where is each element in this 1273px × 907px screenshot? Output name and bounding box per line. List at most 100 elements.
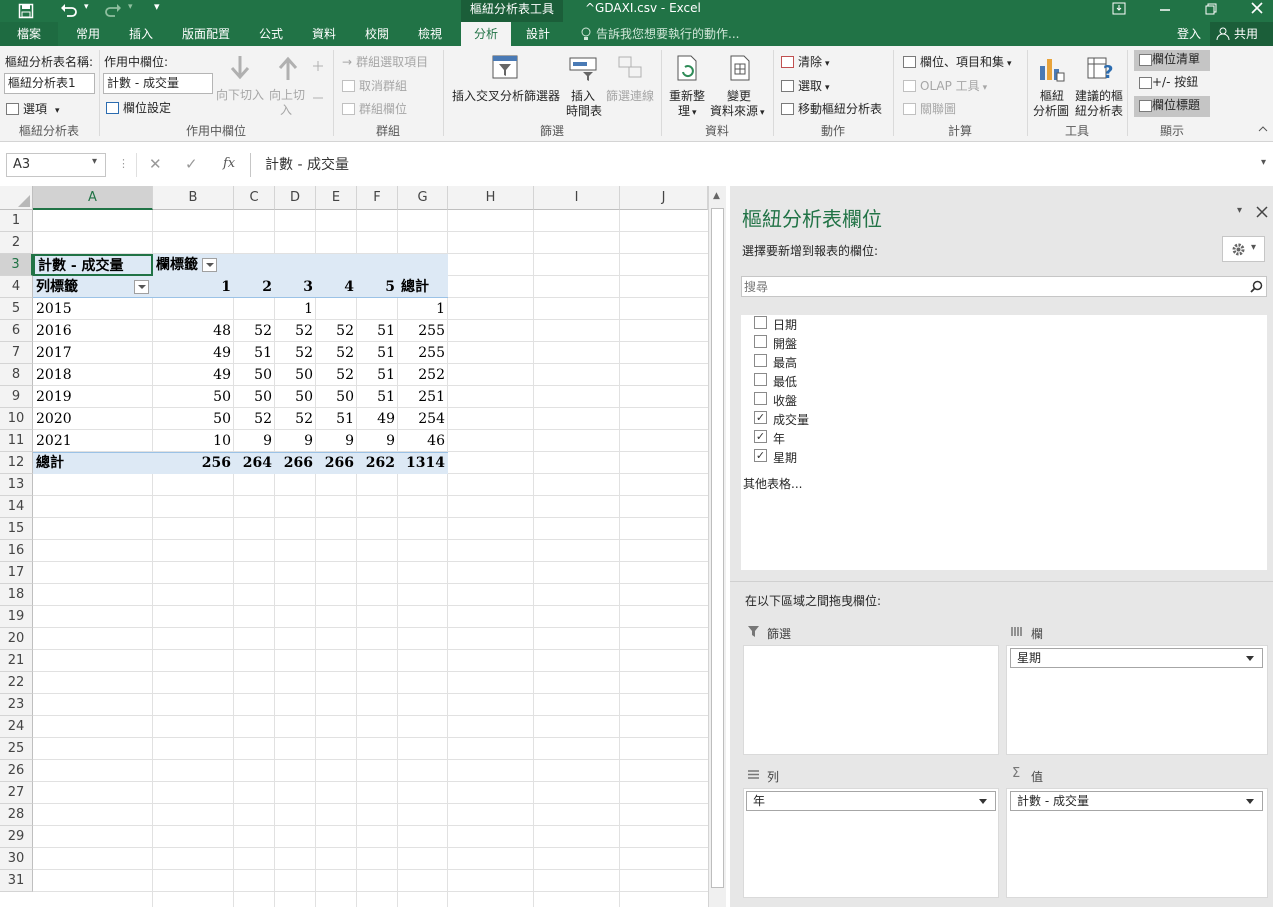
relationships-button[interactable]: 關聯圖 xyxy=(903,100,956,117)
collapse-ribbon-icon[interactable] xyxy=(1258,124,1268,134)
pivot-name-input[interactable]: 樞紐分析表1 xyxy=(4,73,95,94)
field-label[interactable]: 年 xyxy=(773,430,785,447)
pivot-value-cell[interactable]: 9 xyxy=(357,430,398,452)
pivot-value-cell[interactable]: 10 xyxy=(153,430,234,452)
row-header-30[interactable]: 30 xyxy=(0,848,33,870)
row-header-28[interactable]: 28 xyxy=(0,804,33,826)
pivot-value-cell[interactable] xyxy=(153,298,234,320)
pivot-value-cell[interactable]: 52 xyxy=(316,342,357,364)
pivot-row-label[interactable]: 2017 xyxy=(33,342,153,364)
row-header-24[interactable]: 24 xyxy=(0,716,33,738)
row-header-17[interactable]: 17 xyxy=(0,562,33,584)
field-headers-toggle[interactable]: 欄位標題 xyxy=(1134,96,1210,117)
tell-me-search[interactable]: 告訴我您想要執行的動作... xyxy=(596,22,739,46)
pivot-row-label[interactable]: 2019 xyxy=(33,386,153,408)
tab-home[interactable]: 常用 xyxy=(62,22,114,46)
column-header-g[interactable]: G xyxy=(398,186,448,210)
row-header-19[interactable]: 19 xyxy=(0,606,33,628)
row-header-20[interactable]: 20 xyxy=(0,628,33,650)
pivot-value-cell[interactable]: 51 xyxy=(234,342,275,364)
field-checkbox[interactable]: ✓ xyxy=(754,430,767,443)
pane-options-dropdown-icon[interactable]: ▾ xyxy=(1237,205,1242,216)
scrollbar-thumb[interactable] xyxy=(711,208,724,888)
pivot-value-caption[interactable]: 計數 - 成交量 xyxy=(33,254,153,276)
tab-review[interactable]: 校閱 xyxy=(352,22,402,46)
pivot-value-cell[interactable] xyxy=(234,298,275,320)
tab-page-layout[interactable]: 版面配置 xyxy=(170,22,242,46)
pivot-value-cell[interactable]: 50 xyxy=(153,386,234,408)
pivot-row-label[interactable]: 2020 xyxy=(33,408,153,430)
row-header-7[interactable]: 7 xyxy=(0,342,33,364)
pivot-grand-total-cell[interactable]: 256 xyxy=(153,452,234,474)
more-tables-link[interactable]: 其他表格... xyxy=(743,475,802,492)
column-header-a[interactable]: A xyxy=(33,186,153,210)
pivot-value-cell[interactable]: 52 xyxy=(316,320,357,342)
columns-area[interactable]: 星期 xyxy=(1006,645,1268,755)
pivot-grand-total-label[interactable]: 總計 xyxy=(33,452,153,474)
change-source-button-line2[interactable]: 資料來源 ▾ xyxy=(710,102,765,119)
rows-field-year[interactable]: 年 xyxy=(746,791,996,811)
fields-items-sets-button[interactable]: 欄位、項目和集 ▾ xyxy=(903,53,1012,70)
pivot-value-cell[interactable]: 254 xyxy=(398,408,448,430)
collapse-field-icon[interactable] xyxy=(311,91,325,105)
worksheet-grid[interactable]: ABCDEFGHIJ 1 2 3 4 5 6 7 8 9 10 11 12 13 14 15 16 17 18 19… xyxy=(0,186,708,907)
pivot-row-label[interactable]: 2018 xyxy=(33,364,153,386)
row-header-5[interactable]: 5 xyxy=(0,298,33,320)
pivot-value-cell[interactable] xyxy=(357,298,398,320)
tab-file[interactable]: 檔案 xyxy=(0,22,58,46)
pivot-value-cell[interactable]: 251 xyxy=(398,386,448,408)
field-label[interactable]: 星期 xyxy=(773,449,797,466)
row-header-22[interactable]: 22 xyxy=(0,672,33,694)
pivot-value-cell[interactable]: 51 xyxy=(357,342,398,364)
columns-field-weekday[interactable]: 星期 xyxy=(1010,648,1263,668)
pivot-grand-total-cell[interactable]: 264 xyxy=(234,452,275,474)
pivot-value-cell[interactable]: 51 xyxy=(316,408,357,430)
row-header-29[interactable]: 29 xyxy=(0,826,33,848)
row-header-8[interactable]: 8 xyxy=(0,364,33,386)
tab-view[interactable]: 檢視 xyxy=(406,22,454,46)
pivot-value-cell[interactable]: 50 xyxy=(234,386,275,408)
row-header-16[interactable]: 16 xyxy=(0,540,33,562)
row-header-31[interactable]: 31 xyxy=(0,870,33,892)
field-label[interactable]: 收盤 xyxy=(773,392,797,409)
pivot-value-cell[interactable]: 50 xyxy=(275,386,316,408)
undo-dropdown-icon[interactable]: ▾ xyxy=(84,2,89,12)
insert-function-icon[interactable]: fx xyxy=(223,156,235,171)
pivot-column-header[interactable]: 5 xyxy=(357,276,398,298)
field-checkbox[interactable] xyxy=(754,392,767,405)
options-button[interactable]: 選項 ▾ xyxy=(6,100,60,117)
field-settings-button[interactable]: 欄位設定 xyxy=(106,99,171,116)
pivot-grand-total-cell[interactable]: 262 xyxy=(357,452,398,474)
customize-qat-icon[interactable]: ▾ xyxy=(154,0,160,13)
pivot-row-label[interactable]: 2016 xyxy=(33,320,153,342)
pivot-value-cell[interactable]: 51 xyxy=(357,386,398,408)
pivot-value-cell[interactable]: 52 xyxy=(234,320,275,342)
ungroup-button[interactable]: 取消群組 xyxy=(342,77,407,94)
pivot-column-header[interactable]: 4 xyxy=(316,276,357,298)
pivot-value-cell[interactable]: 46 xyxy=(398,430,448,452)
pivot-value-cell[interactable]: 52 xyxy=(275,320,316,342)
row-header-26[interactable]: 26 xyxy=(0,760,33,782)
pane-close-icon[interactable] xyxy=(1256,206,1268,218)
move-pivot-button[interactable]: 移動樞紐分析表 xyxy=(781,100,882,117)
pivot-grand-total-cell[interactable]: 266 xyxy=(316,452,357,474)
field-search-box[interactable] xyxy=(741,276,1267,297)
pivot-value-cell[interactable]: 49 xyxy=(153,342,234,364)
pivot-value-cell[interactable]: 255 xyxy=(398,320,448,342)
row-header-3[interactable]: 3 xyxy=(0,254,33,276)
pivot-row-label[interactable]: 2021 xyxy=(33,430,153,452)
pivot-column-header[interactable]: 總計 xyxy=(398,276,448,298)
tab-analyze[interactable]: 分析 xyxy=(461,22,511,46)
pivot-value-cell[interactable]: 9 xyxy=(275,430,316,452)
row-header-25[interactable]: 25 xyxy=(0,738,33,760)
pivot-value-cell[interactable]: 1 xyxy=(398,298,448,320)
tab-design[interactable]: 設計 xyxy=(514,22,562,46)
column-header-c[interactable]: C xyxy=(234,186,275,210)
expand-field-icon[interactable] xyxy=(311,59,325,73)
filters-area[interactable] xyxy=(743,645,999,755)
column-header-i[interactable]: I xyxy=(534,186,620,210)
row-header-21[interactable]: 21 xyxy=(0,650,33,672)
layout-tools-button[interactable]: ▾ xyxy=(1222,236,1265,262)
row-header-27[interactable]: 27 xyxy=(0,782,33,804)
pivot-value-cell[interactable]: 255 xyxy=(398,342,448,364)
